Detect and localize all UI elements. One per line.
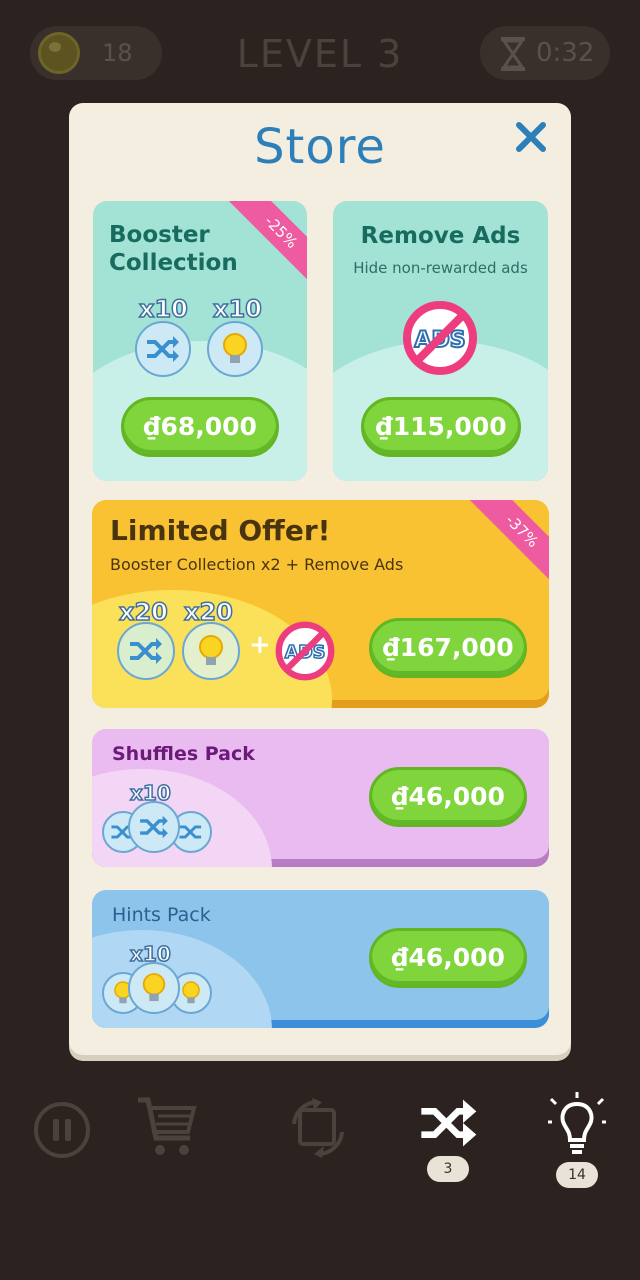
shuffle-icon [179,825,202,839]
limited-hint-bubble [182,622,240,680]
shuffles-pack-price-button[interactable]: ₫46,000 [369,767,527,827]
timer-text: 0:32 [536,38,595,68]
no-ads-icon: ADS [275,621,335,681]
shuffle-icon [140,815,168,839]
remove-ads-subtitle: Hide non-rewarded ads [353,259,528,277]
remove-ads-card[interactable]: Remove Ads Hide non-rewarded ads ADS ₫11… [333,201,548,481]
hints-pack-qty: x10 [129,941,171,967]
booster-title-line2: Collection [109,250,238,276]
hints-pack-card[interactable]: Hints Pack x10 ₫46,000 [92,890,549,1028]
hints-pack-price-button[interactable]: ₫46,000 [369,928,527,988]
shuffle-bubble-center [128,801,180,853]
hint-count: 14 [556,1162,598,1188]
shuffle-icon [130,638,162,664]
timer: 0:32 [480,26,610,80]
lightbulb-icon [548,1092,606,1154]
store-title: Store [254,119,386,175]
limited-hint-qty: x20 [183,597,233,627]
shuffles-pack-title: Shuffles Pack [112,743,255,765]
shuffles-pack-card[interactable]: Shuffles Pack x10 ₫46,000 [92,729,549,867]
hourglass-icon [501,37,525,71]
pause-icon[interactable] [32,1100,92,1160]
booster-hint-qty: x10 [212,294,262,324]
remove-ads-price-button[interactable]: ₫115,000 [361,397,521,457]
shuffle-icon [421,1099,477,1147]
no-ads-icon: ADS [403,301,477,375]
shuffle-icon [147,336,179,362]
lightbulb-icon [182,981,200,1004]
limited-discount-ribbon: -37% [468,500,549,585]
booster-collection-card[interactable]: Booster Collection -25% x10 x10 ₫68,000 [93,201,307,481]
shuffle-button[interactable]: 3 [418,1098,480,1188]
limited-shuffle-qty: x20 [118,597,168,627]
limited-offer-card[interactable]: Limited Offer! Booster Collection x2 + R… [92,500,549,708]
hint-bubble-center [128,962,180,1014]
lightbulb-icon [223,333,247,363]
booster-shuffle-qty: x10 [138,294,188,324]
limited-shuffle-bubble [117,622,175,680]
hint-bubble [207,321,263,377]
booster-title-line1: Booster [109,222,210,248]
plus-sign: + [249,630,271,660]
cart-icon[interactable] [134,1094,200,1160]
limited-offer-subtitle: Booster Collection x2 + Remove Ads [110,555,404,574]
shuffle-bubble [135,321,191,377]
remove-ads-title: Remove Ads [360,223,521,249]
close-icon[interactable] [513,119,549,155]
store-modal: Store Booster Collection -25% x10 x10 ₫6… [69,103,571,1055]
lightbulb-icon [199,635,223,665]
shuffle-count: 3 [427,1156,469,1182]
bottom-toolbar: 3 14 [0,1090,640,1200]
hint-button[interactable]: 14 [548,1092,608,1188]
shuffles-pack-qty: x10 [129,780,171,806]
limited-offer-title: Limited Offer! [110,514,331,547]
lightbulb-icon [142,973,166,1002]
swap-images-icon[interactable] [288,1098,348,1158]
booster-discount-ribbon: -25% [227,201,307,286]
hints-pack-title: Hints Pack [112,904,211,926]
booster-price-button[interactable]: ₫68,000 [121,397,279,457]
limited-offer-price-button[interactable]: ₫167,000 [369,618,527,678]
top-hud: 18 LEVEL 3 0:32 [0,24,640,84]
